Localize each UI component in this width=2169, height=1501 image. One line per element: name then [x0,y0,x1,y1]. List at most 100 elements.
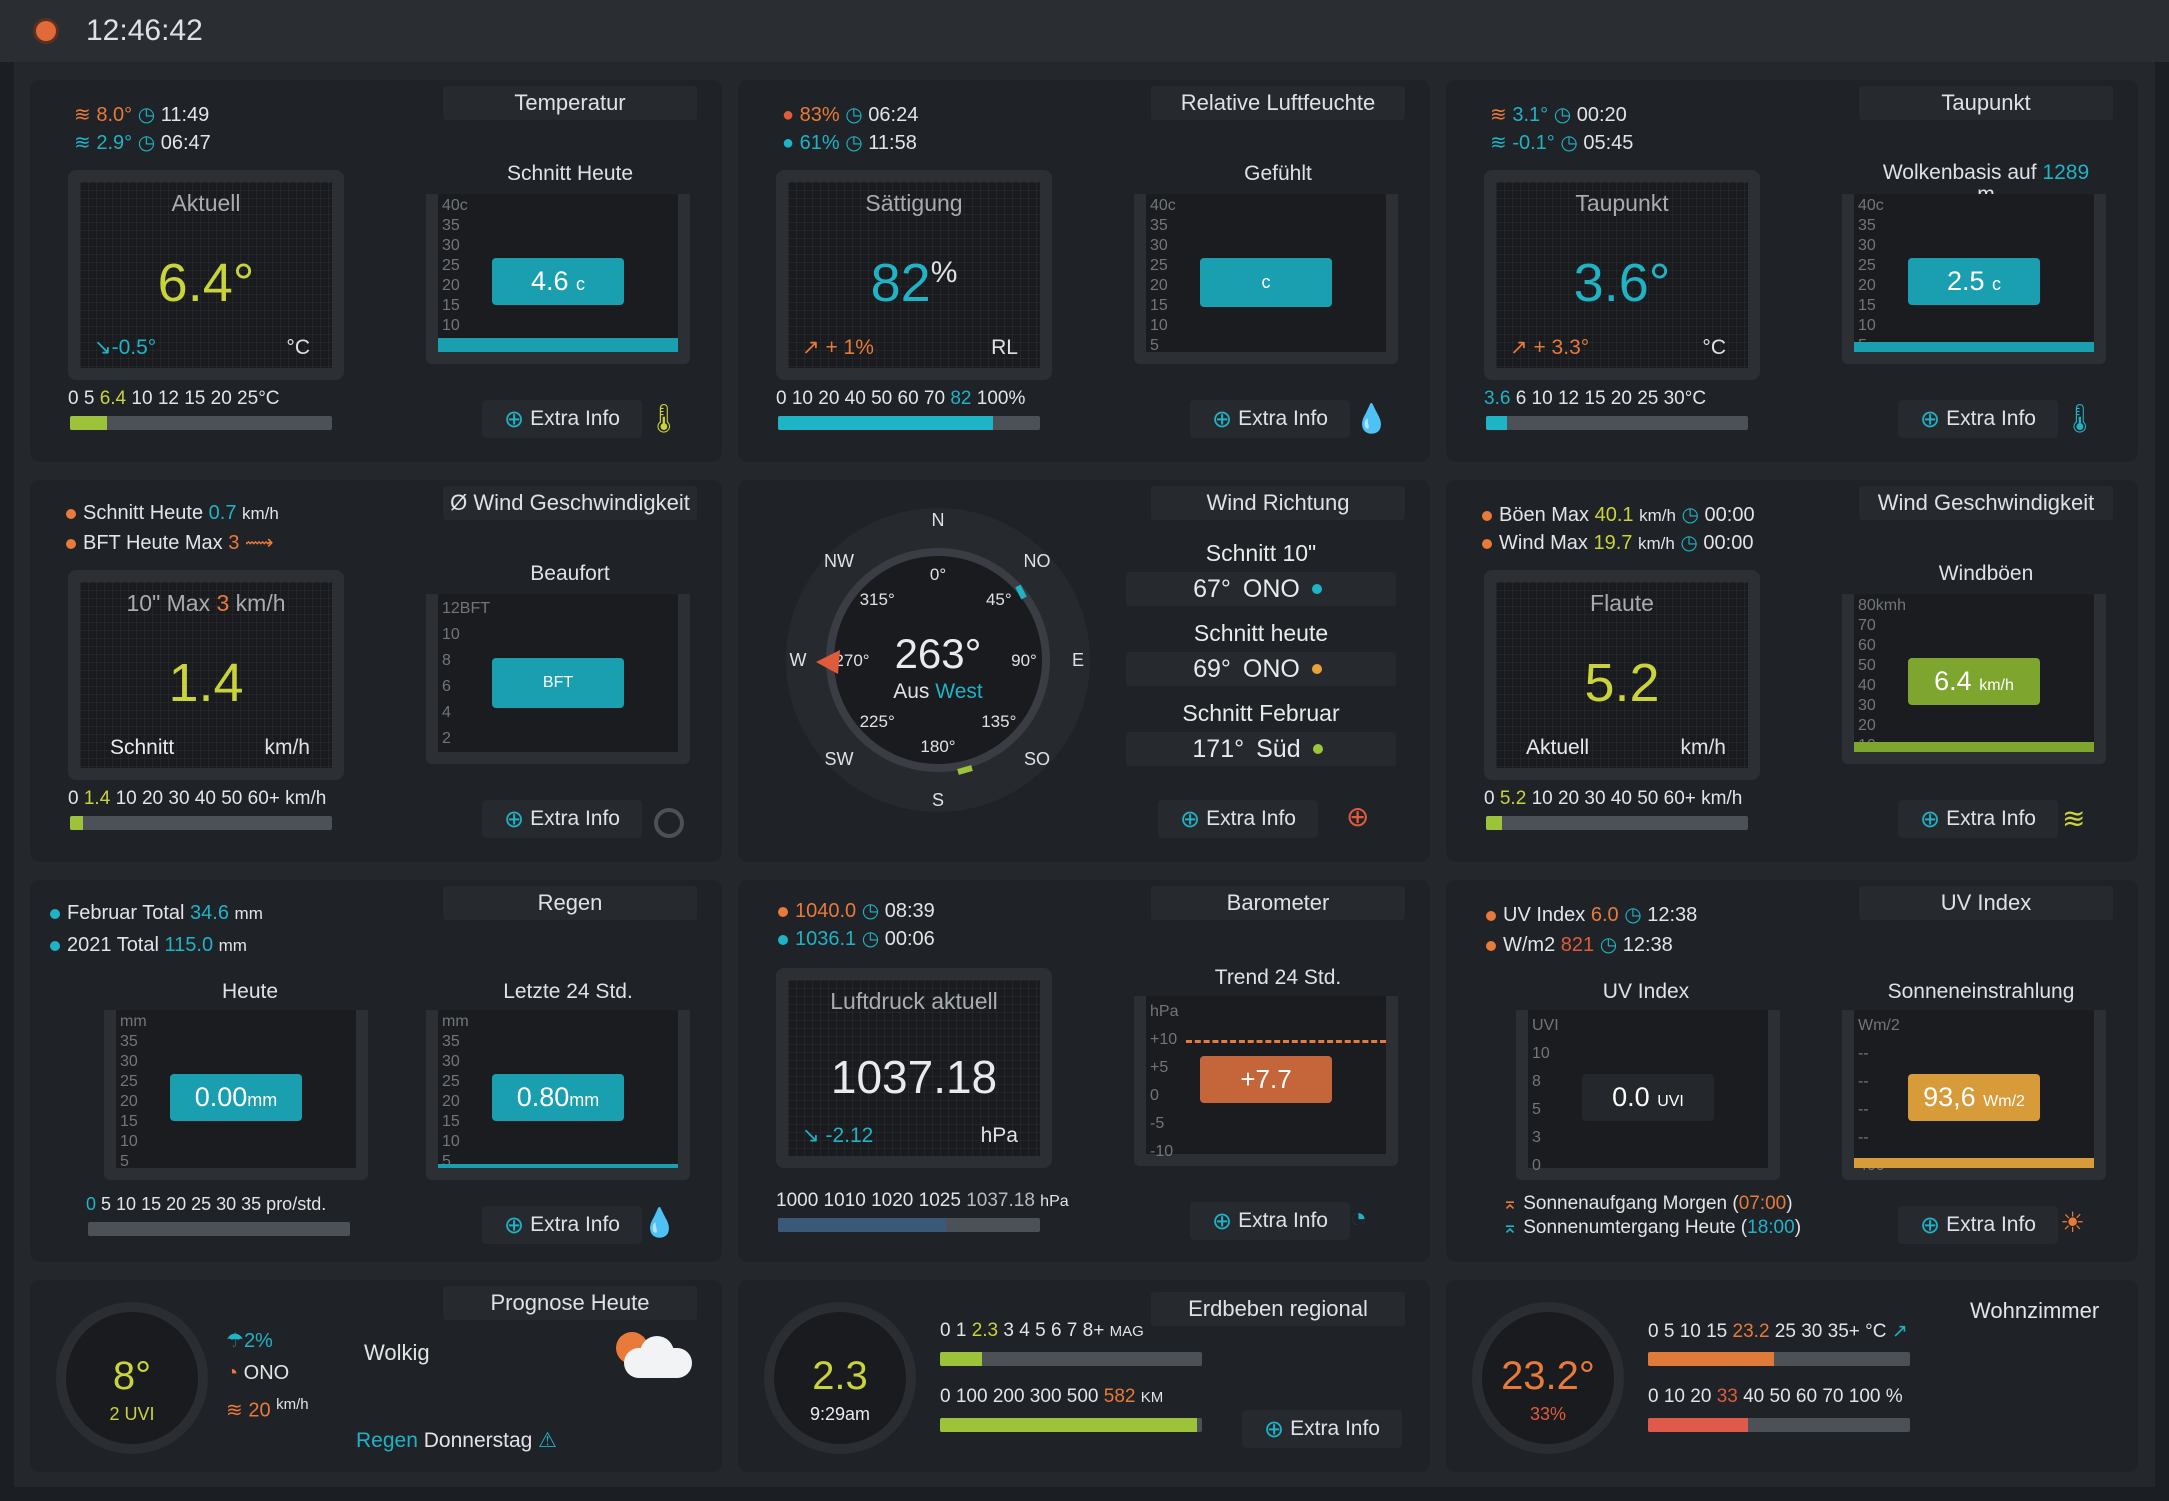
unit: °C [1702,336,1726,359]
compass-degree: 315° [860,590,895,609]
compass-degree: 270° [834,651,869,670]
forecast-wind-dir: ◔ ONO [226,1362,290,1384]
tank-title: Beaufort [530,562,610,585]
wind-avg-line: Schnitt Heute 0.7 km/h [66,502,279,525]
plus-icon: ⊕ [1264,1415,1285,1443]
scale-tick: 20 [1858,717,1876,734]
compass-letter: SO [1024,749,1050,769]
scale-tick: 30 [1858,697,1876,714]
scale-tick: Wm/2 [1858,1017,1900,1034]
lcd-display: Sättigung 82% ↗ + 1% RL [776,170,1052,380]
wind-avg-value: 69° ONO [1126,652,1396,686]
scale-tick: 50 [1858,657,1876,674]
scale-tick: 35 [442,217,460,234]
card-temperatur: Temperatur ≋ 8.0° ◷ 11:49 ≋ 2.9° ◷ 06:47… [30,80,722,462]
scale-tick: +10 [1150,1031,1178,1048]
current-value: 82% [870,253,958,313]
extra-info-button[interactable]: ⊕ Extra Info [1242,1410,1402,1448]
extra-info-button[interactable]: ⊕ Extra Info [1898,400,2058,438]
clock-icon: ◷ [1599,934,1618,956]
min-line: ● 61% ◷ 11:58 [782,132,917,154]
card-title: Taupunkt [1859,86,2113,120]
card-wohnzimmer: Wohnzimmer 23.2° 33% 0 5 10 15 23.2 25 3… [1446,1280,2138,1472]
scale-tick: 4 [442,704,451,721]
pressure-bar [778,1218,1040,1232]
gauge-icon: ◔ [1350,1202,1367,1233]
wind-avg-label: Schnitt heute [1193,620,1329,646]
scale-line: 0 1.4 10 20 30 40 50 60+ km/h [68,788,327,809]
tank-heute: mm 35 30 25 20 15 10 5 0.00mm [104,1010,368,1180]
clock-icon: ◷ [861,928,880,950]
scale-tick: 15 [1858,297,1876,314]
status-dot-icon [36,21,56,41]
unit: km/h [1680,736,1726,759]
tank-value: 2.5 c [1908,258,2040,305]
scale-tick: -10 [1150,1143,1174,1160]
scale-tick: 25 [1858,257,1876,274]
tank-scale: 40c3530252015105 [1858,196,1884,356]
clock-icon: ◷ [1553,104,1572,126]
trend-up-icon: ↗ [1510,336,1528,359]
scale-tick: 3 [1532,1129,1541,1146]
clock-icon: ◷ [1681,504,1699,526]
lcd-display: Luftdruck aktuell 1037.18 ↘ -2.12 hPa [776,968,1052,1168]
status-dot-icon [1312,744,1323,754]
card-title: Temperatur [443,86,697,120]
tank-value: 0.0 UVI [1582,1074,1714,1121]
max-time: 11:49 [160,104,210,126]
wind-icon: ≋ [226,1399,243,1422]
card-title: Relative Luftfeuchte [1151,86,1405,120]
plus-icon: ⊕ [1920,805,1941,833]
scale-tick: 10 [442,317,460,334]
wind-avg-label: Schnitt Februar [1182,700,1340,726]
scale-tick: 30 [1858,237,1876,254]
card-title: Wind Geschwindigkeit [1859,486,2113,520]
temp-bar [70,416,332,430]
extra-info-button[interactable]: ⊕ Extra Info [1190,1202,1350,1240]
room-temp: 23.2° [1501,1354,1595,1398]
scale-tick: 30 [120,1053,138,1070]
scale-line: 0 10 20 40 50 60 70 82 100% [776,388,1026,409]
max-line: ● 83% ◷ 06:24 [782,104,919,126]
extra-info-button[interactable]: ⊕ Extra Info [1158,800,1318,838]
extra-info-button[interactable]: ⊕ Extra Info [1190,400,1350,438]
sun-icon: ☀ [2060,1207,2086,1238]
tank-fill [1854,342,2094,352]
forecast-rain-day: Regen Donnerstag ⚠ [356,1429,557,1452]
scale-tick: 20 [442,1093,460,1110]
heat-icon: ≋ [74,104,91,126]
clock-icon: ◷ [137,104,156,126]
scale-tick: hPa [1150,1003,1179,1020]
extra-info-button[interactable]: ⊕ Extra Info [482,800,642,838]
scale-tick: 2 [442,730,451,747]
scale-line: 0 5.2 10 20 30 40 50 60+ km/h [1484,788,1743,809]
clock-icon: ◷ [1560,132,1578,154]
extra-info-button[interactable]: ⊕ Extra Info [482,400,642,438]
lcd-display: 10" Max 3 km/h 1.4 Schnitt km/h [68,570,344,780]
trend-up-icon: ↗ [802,336,820,359]
scale-tick: 15 [442,297,460,314]
tank-gefuehlt: 40c 35 30 25 20 15 10 5 c [1134,194,1398,364]
tank-value: c [1200,258,1332,307]
scale-tick: 20 [442,277,460,294]
extra-info-button[interactable]: ⊕ Extra Info [1898,1206,2058,1244]
plus-icon: ⊕ [1212,405,1233,433]
card-title: Regen [443,886,697,920]
tank-scale: 12BFT 10 8 6 4 2 [442,596,490,752]
scale-tick: 40c [1150,197,1176,214]
scale-tick: 40 [1858,677,1876,694]
room-dial: 23.2° 33% [1482,1312,1614,1444]
scale-tick: 30 [1150,237,1168,254]
trend: ↘-0.5° [94,336,157,359]
scale-tick: 25 [442,1073,460,1090]
tank-title: Trend 24 Std. [1214,966,1342,989]
tank-value: 93,6 Wm/2 [1908,1074,2040,1121]
scale-tick: 70 [1858,617,1876,634]
humidity-scale: 0 10 20 33 40 50 60 70 100 % [1648,1386,1903,1407]
tank-scale: UVI 10 8 5 3 0 [1532,1012,1559,1180]
lcd-sublabel: Aktuell [1526,736,1590,759]
extra-info-button[interactable]: ⊕ Extra Info [482,1206,642,1244]
monthly-total: Februar Total 34.6 mm [50,902,263,925]
scale-tick: 15 [120,1113,138,1130]
extra-info-button[interactable]: ⊕ Extra Info [1898,800,2058,838]
